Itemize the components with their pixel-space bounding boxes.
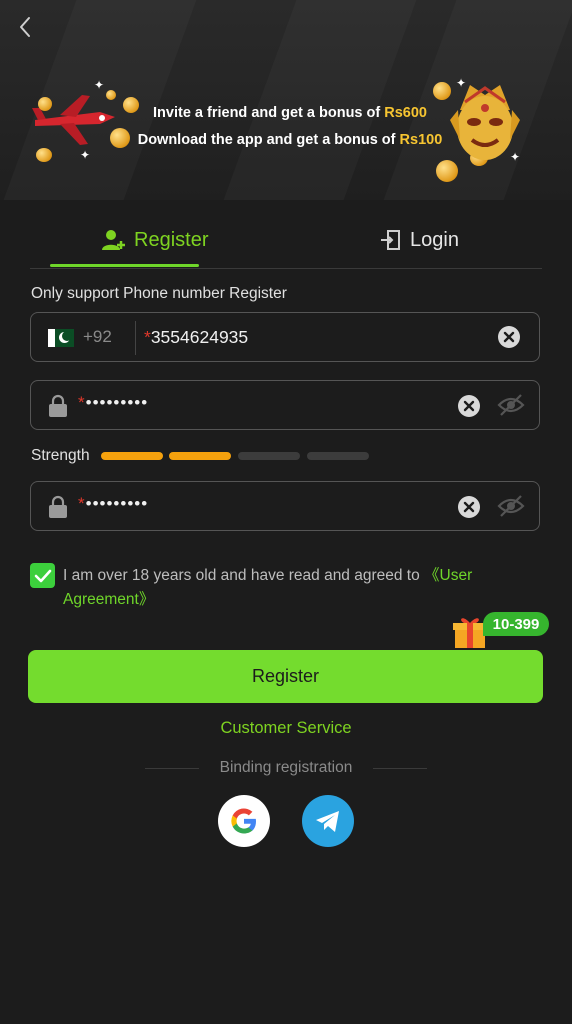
strength-label: Strength [31,447,90,464]
pakistan-flag-icon[interactable] [48,329,74,347]
auth-tabs: Register Login [30,212,542,269]
clear-password-icon[interactable] [457,394,481,418]
agreement-text: I am over 18 years old and have read and… [63,567,473,608]
golden-mask-icon [450,85,520,160]
field-divider [135,321,136,355]
eye-off-icon[interactable] [497,494,525,518]
register-hint: Only support Phone number Register [31,285,287,302]
strength-segment-4 [307,452,369,460]
tab-login-label: Login [410,228,459,251]
eye-off-icon[interactable] [497,393,525,417]
phone-field[interactable]: +92 *3554624935 [30,312,540,362]
active-tab-indicator [50,264,199,267]
strength-segment-2 [169,452,231,460]
clear-confirm-icon[interactable] [457,495,481,519]
telegram-icon [316,811,339,832]
checkmark-icon [34,569,51,582]
binding-registration-label: Binding registration [219,759,353,776]
lock-icon [49,394,67,417]
tab-register[interactable]: Register [102,212,208,268]
login-icon [381,230,400,250]
password-input[interactable]: *••••••••• [78,393,148,413]
google-login-button[interactable] [218,795,270,847]
confirm-password-input[interactable]: *••••••••• [78,494,148,514]
password-field[interactable]: *••••••••• [30,380,540,430]
agreement-checkbox[interactable] [30,563,55,588]
telegram-login-button[interactable] [302,795,354,847]
strength-segment-1 [101,452,163,460]
back-arrow-icon[interactable] [10,12,40,42]
add-user-icon [102,230,125,250]
tab-login[interactable]: Login [380,212,459,268]
strength-segment-3 [238,452,300,460]
tab-register-label: Register [134,228,209,251]
promo-banner: ✦ ✦ ✦ ✦ Invite a friend and get a bonus … [0,0,572,200]
invite-bonus-amount: Rs600 [384,105,427,121]
bonus-badge: 10-399 [483,612,549,636]
customer-service-link[interactable]: Customer Service [0,719,572,738]
confirm-password-field[interactable]: *••••••••• [30,481,540,531]
google-icon [231,808,256,834]
banner-text: Invite a friend and get a bonus of Rs600… [137,105,443,148]
phone-input[interactable]: *3554624935 [144,327,248,348]
download-bonus-amount: Rs100 [399,132,443,148]
lock-icon [49,495,67,518]
register-button[interactable]: Register [28,650,543,703]
clear-phone-icon[interactable] [497,325,521,349]
country-code[interactable]: +92 [83,327,112,347]
